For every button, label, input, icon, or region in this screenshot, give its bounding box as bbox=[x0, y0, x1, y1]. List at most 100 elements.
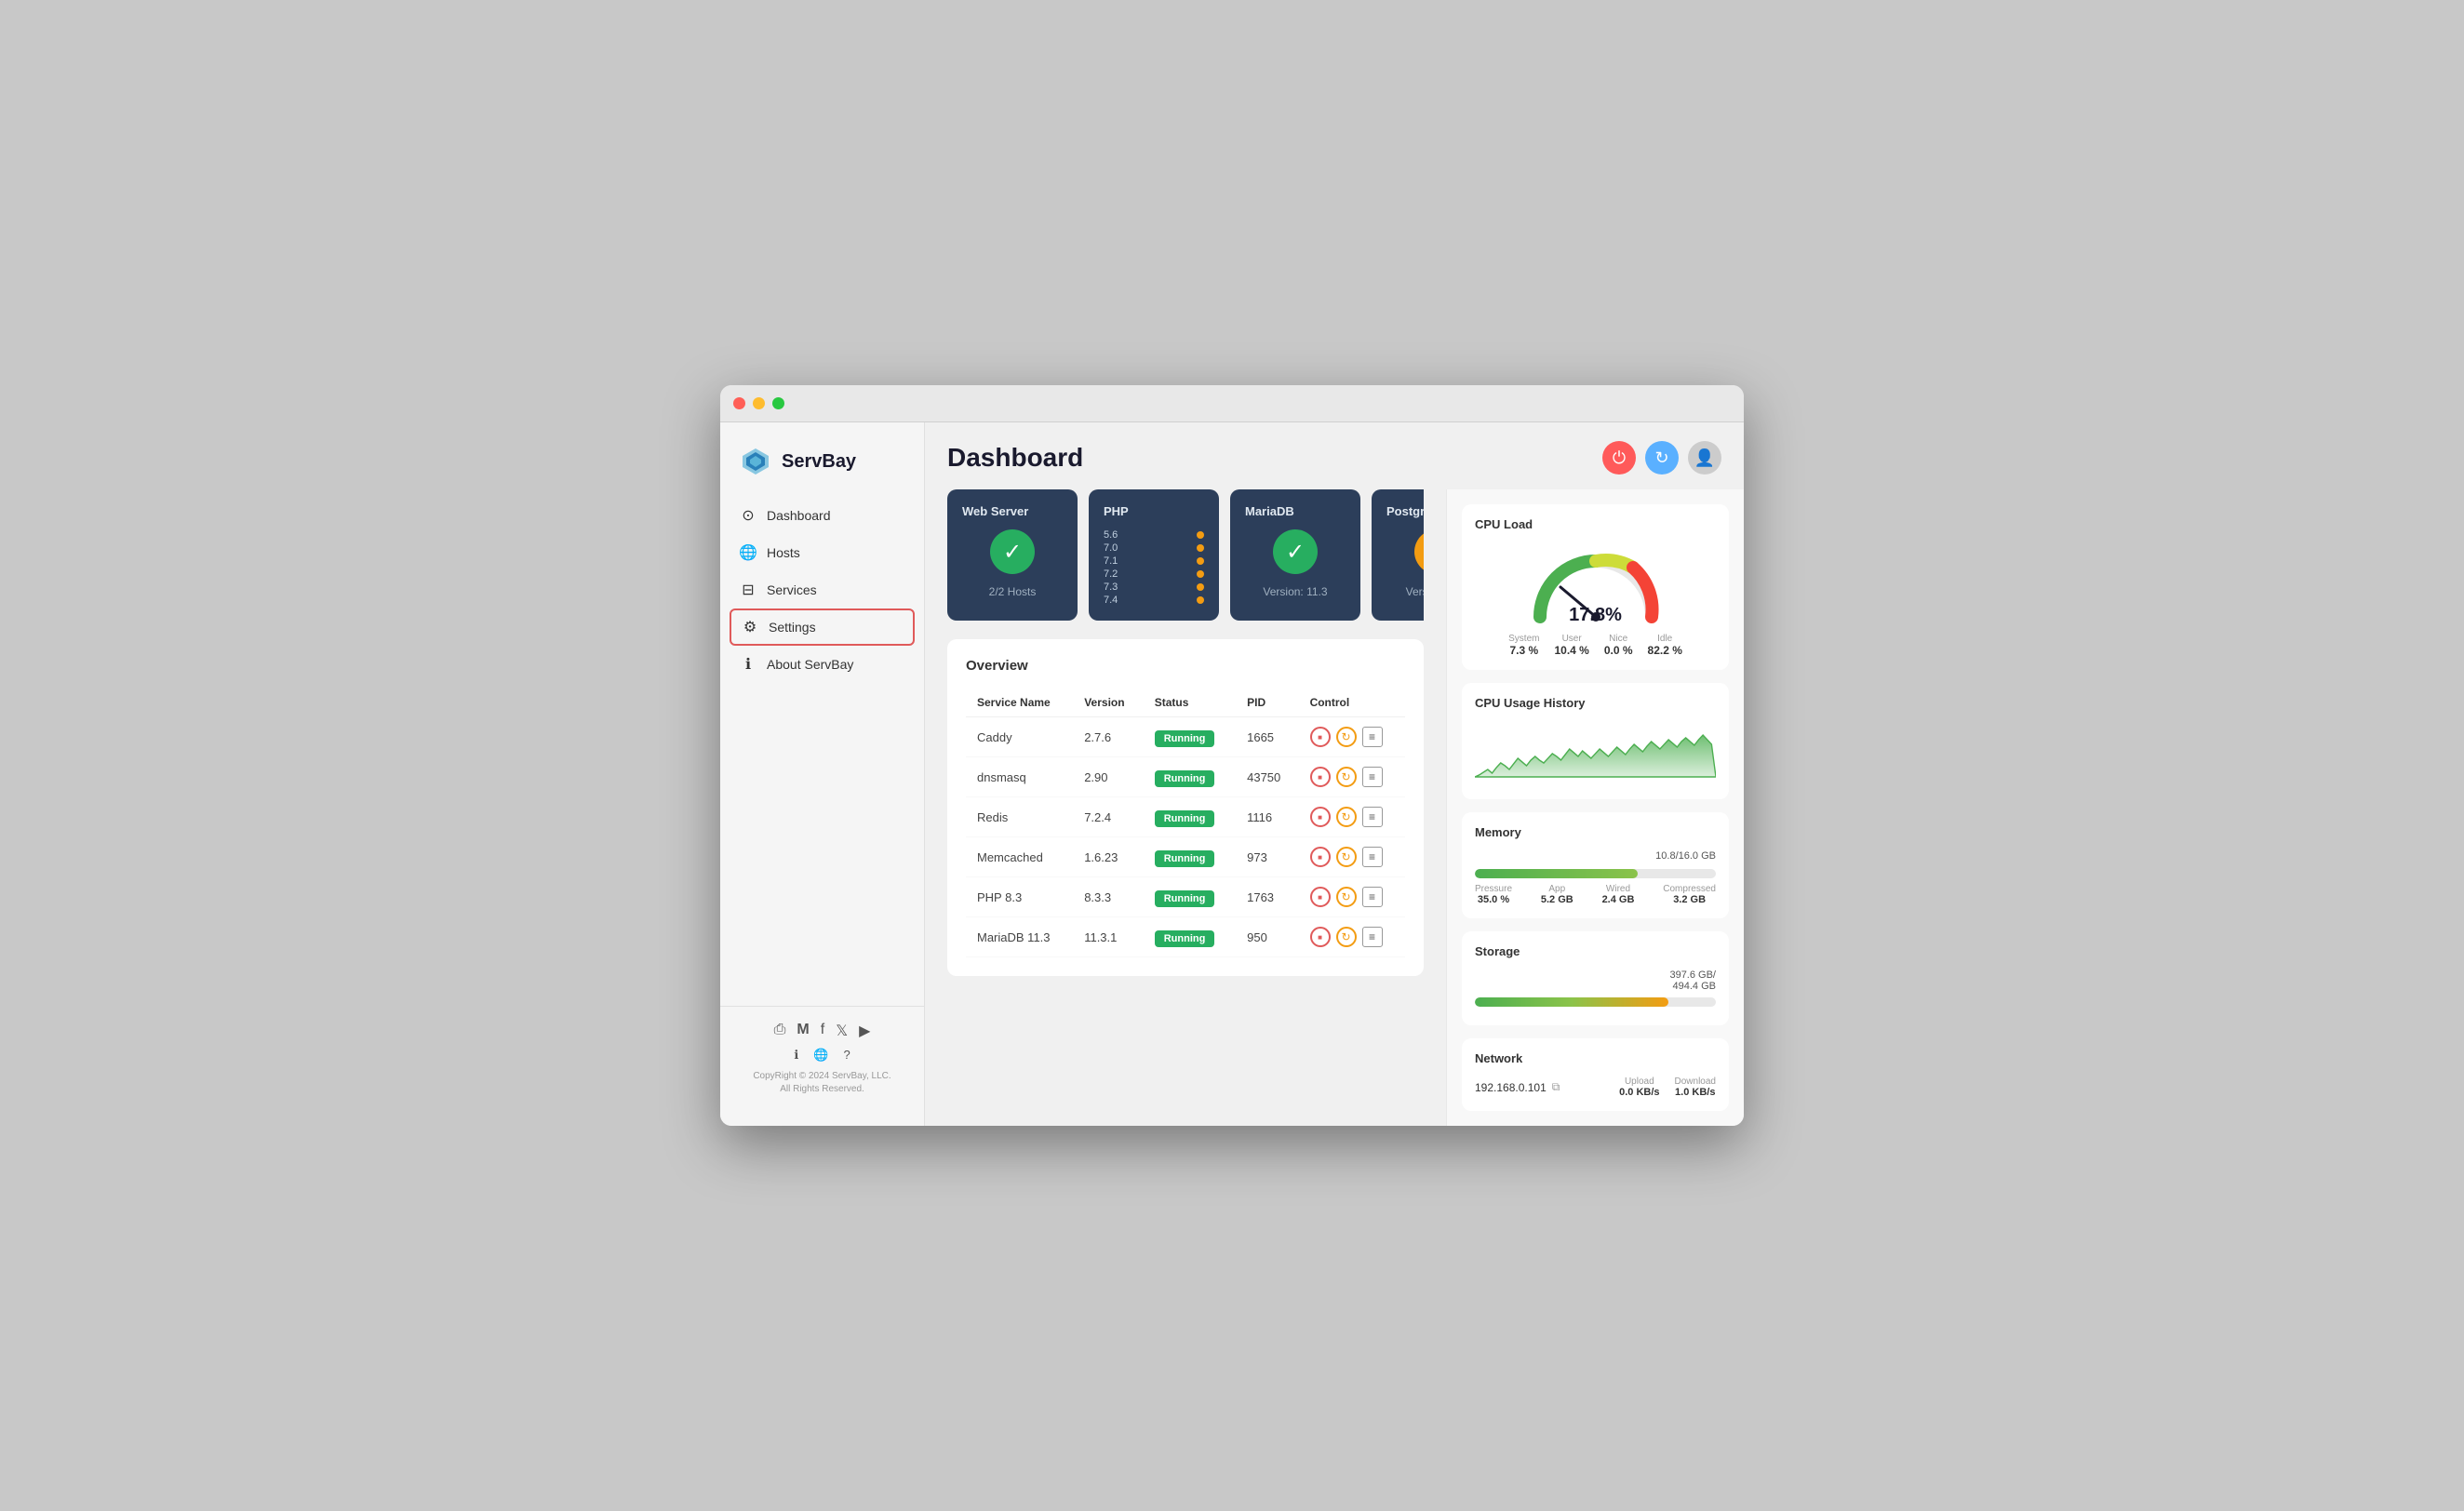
sidebar-logo: ServBay bbox=[720, 437, 924, 497]
sidebar-item-settings[interactable]: ⚙ Settings bbox=[730, 608, 915, 646]
sidebar-footer: ⎙ M f 𝕏 ▶ ℹ 🌐 ? CopyRight © 2024 ServBay… bbox=[720, 1006, 924, 1111]
control-buttons: ■ ↻ ≡ bbox=[1310, 887, 1394, 907]
medium-icon[interactable]: M bbox=[797, 1022, 809, 1040]
sidebar-item-about[interactable]: ℹ About ServBay bbox=[720, 646, 924, 683]
php-dot-72 bbox=[1197, 570, 1204, 578]
status-badge: Running bbox=[1155, 810, 1215, 827]
cpu-stats: System 7.3 % User 10.4 % Nice 0.0 % bbox=[1475, 634, 1716, 657]
cell-version: 7.2.4 bbox=[1073, 797, 1144, 837]
webserver-card-icon: ✓ bbox=[962, 529, 1063, 574]
refresh-button[interactable]: ↻ bbox=[1645, 441, 1679, 475]
maximize-button[interactable] bbox=[772, 397, 784, 409]
cell-status: Running bbox=[1144, 797, 1236, 837]
network-info: 192.168.0.101 ⧉ Upload 0.0 KB/s Download bbox=[1475, 1076, 1716, 1098]
main-body: Web Server ✓ 2/2 Hosts PHP 5.6 bbox=[925, 489, 1744, 1126]
youtube-icon[interactable]: ▶ bbox=[859, 1022, 870, 1040]
cpu-gauge-container: 17.8% bbox=[1475, 542, 1716, 634]
cell-service-name: Memcached bbox=[966, 837, 1073, 877]
stop-button[interactable]: ■ bbox=[1310, 847, 1331, 867]
right-panel: CPU Load bbox=[1446, 489, 1744, 1126]
mem-wired-value: 2.4 GB bbox=[1602, 894, 1635, 905]
status-badge: Running bbox=[1155, 850, 1215, 867]
twitter-icon[interactable]: 𝕏 bbox=[836, 1022, 848, 1040]
globe-link-icon[interactable]: 🌐 bbox=[813, 1048, 828, 1063]
cell-pid: 1763 bbox=[1236, 877, 1298, 917]
service-card-postgresql[interactable]: PostgreSQL ■ Version: N/A bbox=[1372, 489, 1424, 621]
user-profile-button[interactable]: 👤 bbox=[1688, 441, 1721, 475]
service-card-webserver[interactable]: Web Server ✓ 2/2 Hosts bbox=[947, 489, 1078, 621]
cell-control: ■ ↻ ≡ bbox=[1299, 797, 1405, 837]
restart-button[interactable]: ↻ bbox=[1336, 847, 1357, 867]
info-link-icon[interactable]: ℹ bbox=[794, 1048, 798, 1063]
cpu-stat-nice-label: Nice bbox=[1604, 634, 1633, 644]
restart-button[interactable]: ↻ bbox=[1336, 927, 1357, 947]
control-buttons: ■ ↻ ≡ bbox=[1310, 727, 1394, 747]
cell-service-name: Redis bbox=[966, 797, 1073, 837]
php-ver-71: 7.1 bbox=[1104, 555, 1204, 567]
table-row: dnsmasq 2.90 Running 43750 ■ ↻ ≡ bbox=[966, 757, 1405, 797]
log-button[interactable]: ≡ bbox=[1362, 807, 1383, 827]
service-card-php[interactable]: PHP 5.6 7.0 7.1 bbox=[1089, 489, 1219, 621]
stop-button[interactable]: ■ bbox=[1310, 887, 1331, 907]
stop-button[interactable]: ■ bbox=[1310, 807, 1331, 827]
dashboard-area: Web Server ✓ 2/2 Hosts PHP 5.6 bbox=[925, 489, 1446, 1126]
restart-button[interactable]: ↻ bbox=[1336, 807, 1357, 827]
memory-title: Memory bbox=[1475, 825, 1716, 839]
cpu-stat-idle-label: Idle bbox=[1648, 634, 1682, 644]
log-button[interactable]: ≡ bbox=[1362, 927, 1383, 947]
service-card-mariadb[interactable]: MariaDB ✓ Version: 11.3 bbox=[1230, 489, 1360, 621]
network-title: Network bbox=[1475, 1051, 1716, 1065]
copy-ip-icon[interactable]: ⧉ bbox=[1552, 1080, 1560, 1094]
log-button[interactable]: ≡ bbox=[1362, 887, 1383, 907]
php-ver-74: 7.4 bbox=[1104, 595, 1204, 606]
restart-button[interactable]: ↻ bbox=[1336, 767, 1357, 787]
storage-bar-fill bbox=[1475, 997, 1668, 1007]
stop-button[interactable]: ■ bbox=[1310, 927, 1331, 947]
stop-button[interactable]: ■ bbox=[1310, 727, 1331, 747]
log-button[interactable]: ≡ bbox=[1362, 767, 1383, 787]
stop-button[interactable]: ■ bbox=[1310, 767, 1331, 787]
restart-button[interactable]: ↻ bbox=[1336, 887, 1357, 907]
col-control: Control bbox=[1299, 689, 1405, 717]
sidebar-app-name: ServBay bbox=[782, 451, 856, 473]
sidebar-item-dashboard[interactable]: ⊙ Dashboard bbox=[720, 497, 924, 534]
php-ver-72: 7.2 bbox=[1104, 568, 1204, 580]
cpu-gauge: 17.8% bbox=[1521, 542, 1670, 626]
mem-pressure-label: Pressure bbox=[1475, 884, 1512, 894]
help-link-icon[interactable]: ? bbox=[843, 1048, 850, 1063]
facebook-icon[interactable]: f bbox=[821, 1022, 824, 1040]
storage-title: Storage bbox=[1475, 944, 1716, 958]
table-row: PHP 8.3 8.3.3 Running 1763 ■ ↻ ≡ bbox=[966, 877, 1405, 917]
network-speeds: Upload 0.0 KB/s Download 1.0 KB/s bbox=[1619, 1076, 1716, 1098]
minimize-button[interactable] bbox=[753, 397, 765, 409]
memory-stats: Pressure 35.0 % App 5.2 GB Wired 2.4 GB bbox=[1475, 884, 1716, 905]
cell-pid: 1116 bbox=[1236, 797, 1298, 837]
postgresql-card-subtitle: Version: N/A bbox=[1386, 585, 1424, 598]
upload-value: 0.0 KB/s bbox=[1619, 1087, 1659, 1098]
settings-icon: ⚙ bbox=[741, 618, 759, 636]
cell-control: ■ ↻ ≡ bbox=[1299, 877, 1405, 917]
power-button[interactable]: ⏻ bbox=[1602, 441, 1636, 475]
col-service-name: Service Name bbox=[966, 689, 1073, 717]
log-button[interactable]: ≡ bbox=[1362, 847, 1383, 867]
control-buttons: ■ ↻ ≡ bbox=[1310, 807, 1394, 827]
cpu-load-title: CPU Load bbox=[1475, 517, 1716, 531]
cpu-stat-system-label: System bbox=[1508, 634, 1539, 644]
sidebar: ServBay ⊙ Dashboard 🌐 Hosts ⊟ Services ⚙ bbox=[720, 422, 925, 1126]
sidebar-item-hosts[interactable]: 🌐 Hosts bbox=[720, 534, 924, 571]
dashboard-icon: ⊙ bbox=[739, 506, 757, 525]
webserver-card-title: Web Server bbox=[962, 504, 1063, 518]
cpu-stat-user: User 10.4 % bbox=[1554, 634, 1588, 657]
cell-control: ■ ↻ ≡ bbox=[1299, 717, 1405, 757]
php-dot-73 bbox=[1197, 583, 1204, 591]
cell-control: ■ ↻ ≡ bbox=[1299, 917, 1405, 957]
cell-pid: 43750 bbox=[1236, 757, 1298, 797]
table-row: MariaDB 11.3 11.3.1 Running 950 ■ ↻ ≡ bbox=[966, 917, 1405, 957]
sidebar-item-services[interactable]: ⊟ Services bbox=[720, 571, 924, 608]
discord-icon[interactable]: ⎙ bbox=[774, 1022, 786, 1040]
close-button[interactable] bbox=[733, 397, 745, 409]
status-badge: Running bbox=[1155, 890, 1215, 907]
log-button[interactable]: ≡ bbox=[1362, 727, 1383, 747]
restart-button[interactable]: ↻ bbox=[1336, 727, 1357, 747]
cpu-history-title: CPU Usage History bbox=[1475, 696, 1716, 710]
